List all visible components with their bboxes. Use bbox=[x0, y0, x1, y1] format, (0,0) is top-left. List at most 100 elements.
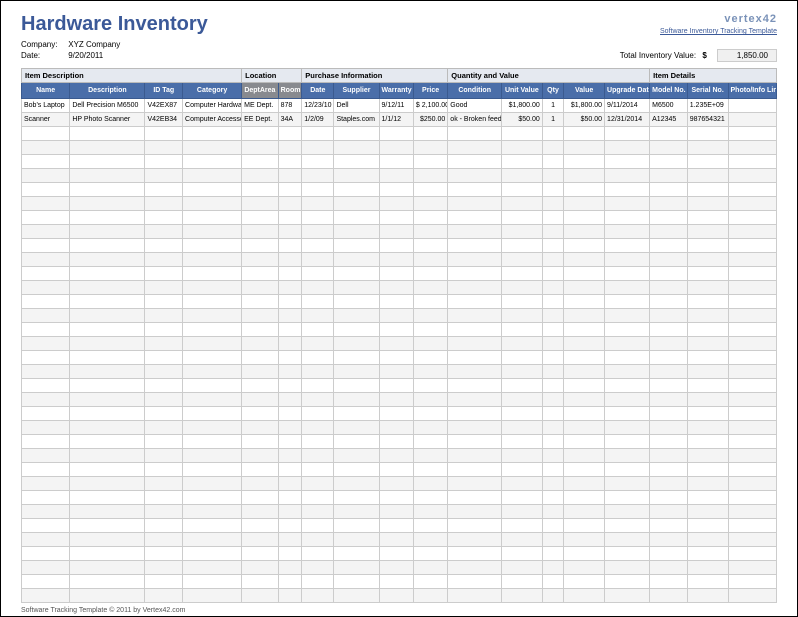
table-row[interactable] bbox=[22, 155, 777, 169]
cell[interactable]: Bob's Laptop bbox=[22, 99, 70, 113]
cell[interactable] bbox=[302, 393, 334, 407]
cell[interactable] bbox=[413, 169, 447, 183]
cell[interactable] bbox=[501, 561, 542, 575]
cell[interactable] bbox=[379, 519, 413, 533]
cell[interactable] bbox=[302, 155, 334, 169]
column-header[interactable]: Date bbox=[302, 83, 334, 99]
cell[interactable] bbox=[605, 407, 650, 421]
cell[interactable] bbox=[183, 407, 242, 421]
cell[interactable] bbox=[22, 225, 70, 239]
table-row[interactable] bbox=[22, 365, 777, 379]
cell[interactable] bbox=[334, 519, 379, 533]
cell[interactable] bbox=[379, 141, 413, 155]
table-row[interactable] bbox=[22, 281, 777, 295]
cell[interactable] bbox=[501, 295, 542, 309]
cell[interactable] bbox=[242, 337, 279, 351]
cell[interactable] bbox=[379, 463, 413, 477]
table-row[interactable] bbox=[22, 519, 777, 533]
cell[interactable] bbox=[448, 211, 502, 225]
cell[interactable] bbox=[542, 225, 563, 239]
cell[interactable] bbox=[22, 561, 70, 575]
cell[interactable] bbox=[334, 491, 379, 505]
cell[interactable] bbox=[22, 197, 70, 211]
cell[interactable] bbox=[302, 533, 334, 547]
cell[interactable] bbox=[379, 155, 413, 169]
cell[interactable] bbox=[242, 435, 279, 449]
cell[interactable] bbox=[242, 169, 279, 183]
cell[interactable] bbox=[687, 519, 728, 533]
cell[interactable] bbox=[70, 169, 145, 183]
cell[interactable] bbox=[379, 435, 413, 449]
cell[interactable] bbox=[302, 421, 334, 435]
cell[interactable] bbox=[728, 99, 776, 113]
table-row[interactable] bbox=[22, 127, 777, 141]
cell[interactable] bbox=[145, 407, 183, 421]
cell[interactable] bbox=[278, 295, 302, 309]
cell[interactable] bbox=[302, 309, 334, 323]
cell[interactable] bbox=[145, 239, 183, 253]
cell[interactable] bbox=[242, 155, 279, 169]
cell[interactable] bbox=[605, 239, 650, 253]
cell[interactable] bbox=[278, 323, 302, 337]
cell[interactable] bbox=[605, 183, 650, 197]
cell[interactable] bbox=[605, 533, 650, 547]
column-header[interactable]: Condition bbox=[448, 83, 502, 99]
table-row[interactable] bbox=[22, 379, 777, 393]
cell[interactable] bbox=[22, 141, 70, 155]
cell[interactable] bbox=[687, 267, 728, 281]
cell[interactable] bbox=[448, 253, 502, 267]
cell[interactable] bbox=[70, 309, 145, 323]
cell[interactable] bbox=[183, 393, 242, 407]
cell[interactable] bbox=[22, 477, 70, 491]
table-row[interactable] bbox=[22, 393, 777, 407]
table-row[interactable] bbox=[22, 547, 777, 561]
cell[interactable] bbox=[542, 141, 563, 155]
cell[interactable] bbox=[302, 589, 334, 603]
cell[interactable] bbox=[542, 491, 563, 505]
cell[interactable] bbox=[564, 225, 605, 239]
cell[interactable] bbox=[70, 365, 145, 379]
cell[interactable] bbox=[302, 197, 334, 211]
cell[interactable] bbox=[448, 183, 502, 197]
cell[interactable] bbox=[564, 491, 605, 505]
cell[interactable] bbox=[542, 407, 563, 421]
cell[interactable] bbox=[605, 169, 650, 183]
cell[interactable] bbox=[379, 561, 413, 575]
cell[interactable] bbox=[278, 239, 302, 253]
cell[interactable] bbox=[145, 435, 183, 449]
cell[interactable] bbox=[605, 365, 650, 379]
cell[interactable] bbox=[242, 351, 279, 365]
column-header[interactable]: Category bbox=[183, 83, 242, 99]
cell[interactable] bbox=[605, 505, 650, 519]
cell[interactable] bbox=[379, 211, 413, 225]
cell[interactable] bbox=[728, 547, 776, 561]
cell[interactable] bbox=[728, 575, 776, 589]
cell[interactable] bbox=[448, 365, 502, 379]
cell[interactable] bbox=[183, 337, 242, 351]
cell[interactable] bbox=[542, 449, 563, 463]
cell[interactable] bbox=[278, 505, 302, 519]
cell[interactable] bbox=[334, 239, 379, 253]
cell[interactable] bbox=[278, 491, 302, 505]
cell[interactable] bbox=[70, 561, 145, 575]
cell[interactable]: Computer Accessory bbox=[183, 113, 242, 127]
cell[interactable] bbox=[501, 183, 542, 197]
cell[interactable] bbox=[302, 575, 334, 589]
cell[interactable] bbox=[22, 519, 70, 533]
cell[interactable]: M6500 bbox=[650, 99, 688, 113]
cell[interactable] bbox=[302, 183, 334, 197]
cell[interactable] bbox=[242, 183, 279, 197]
cell[interactable] bbox=[728, 393, 776, 407]
cell[interactable]: EE Dept. bbox=[242, 113, 279, 127]
cell[interactable] bbox=[302, 519, 334, 533]
cell[interactable] bbox=[413, 309, 447, 323]
cell[interactable] bbox=[70, 435, 145, 449]
cell[interactable] bbox=[501, 281, 542, 295]
cell[interactable] bbox=[302, 323, 334, 337]
cell[interactable] bbox=[22, 309, 70, 323]
cell[interactable] bbox=[650, 183, 688, 197]
cell[interactable] bbox=[70, 267, 145, 281]
cell[interactable] bbox=[22, 575, 70, 589]
cell[interactable] bbox=[564, 239, 605, 253]
cell[interactable] bbox=[70, 141, 145, 155]
